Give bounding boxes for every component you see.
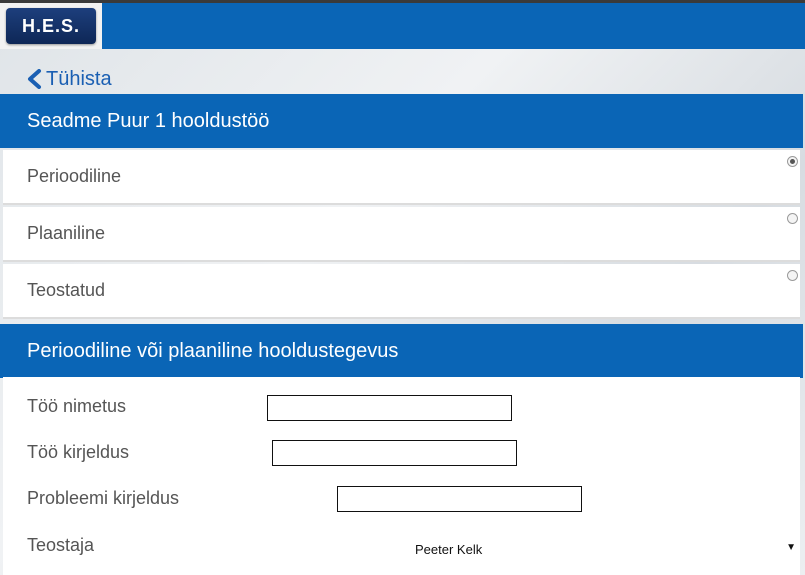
radio-option-perioodiline[interactable]: Perioodiline xyxy=(3,150,800,205)
problem-description-input[interactable] xyxy=(337,486,582,512)
section-title-activity: Perioodiline või plaaniline hooldustegev… xyxy=(0,324,803,378)
radio-button[interactable] xyxy=(787,213,798,224)
radio-option-teostatud[interactable]: Teostatud xyxy=(3,264,800,319)
top-bar xyxy=(0,0,805,49)
logo-text: H.E.S. xyxy=(6,8,96,44)
back-button[interactable]: Tühista xyxy=(26,67,112,91)
work-name-input[interactable] xyxy=(267,395,512,421)
back-label: Tühista xyxy=(46,67,112,90)
work-description-label: Töö kirjeldus xyxy=(27,442,130,462)
dropdown-arrow-icon: ▼ xyxy=(786,542,796,553)
work-description-input[interactable] xyxy=(272,440,517,466)
section-title-text: Seadme Puur 1 hooldustöö xyxy=(27,109,270,132)
activity-form: Töö nimetus Töö kirjeldus Probleemi kirj… xyxy=(3,377,800,575)
performer-label: Teostaja xyxy=(27,535,95,555)
section-title-text: Perioodiline või plaaniline hooldustegev… xyxy=(27,339,399,362)
performer-selected-value: Peeter Kelk xyxy=(415,541,483,557)
radio-option-label: Teostatud xyxy=(27,280,106,300)
radio-option-label: Perioodiline xyxy=(27,166,122,186)
problem-description-label: Probleemi kirjeldus xyxy=(27,488,180,508)
radio-button-selected[interactable] xyxy=(787,156,798,167)
work-name-label: Töö nimetus xyxy=(27,396,127,416)
logo[interactable]: H.E.S. xyxy=(0,3,102,49)
radio-option-label: Plaaniline xyxy=(27,223,106,243)
radio-button[interactable] xyxy=(787,270,798,281)
section-title-maintenance: Seadme Puur 1 hooldustöö xyxy=(0,94,803,148)
performer-select[interactable]: Peeter Kelk ▼ xyxy=(409,529,800,569)
chevron-left-icon xyxy=(28,69,41,89)
radio-option-plaaniline[interactable]: Plaaniline xyxy=(3,207,800,262)
